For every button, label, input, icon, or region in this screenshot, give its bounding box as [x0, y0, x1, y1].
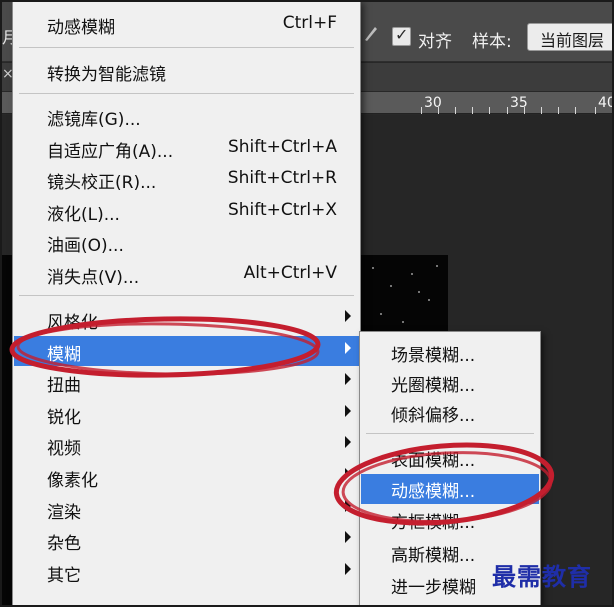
submenu-item-label: 动感模糊...: [391, 482, 476, 502]
menu-item-label: 视频: [47, 439, 81, 459]
image-speck: [428, 299, 430, 301]
submenu-item-field-blur[interactable]: 场景模糊...: [361, 338, 539, 368]
menu-item-other[interactable]: 其它: [14, 557, 359, 587]
submenu-item-label: 高斯模糊...: [391, 546, 476, 566]
menu-item-filter-gallery[interactable]: 滤镜库(G)...: [14, 101, 359, 131]
menu-item-vanishing-point[interactable]: 消失点(V)... Alt+Ctrl+V: [14, 259, 359, 289]
submenu-item-surface-blur[interactable]: 表面模糊...: [361, 443, 539, 473]
menu-item-adaptive-wide-angle[interactable]: 自适应广角(A)... Shift+Ctrl+A: [14, 133, 359, 163]
submenu-item-label: 表面模糊...: [391, 451, 476, 471]
image-speck: [380, 313, 382, 315]
ruler-tick: [541, 107, 542, 114]
submenu-arrow-icon: [345, 373, 351, 385]
menu-item-label: 风格化: [47, 313, 98, 333]
menu-item-label: 扭曲: [47, 376, 81, 396]
ruler-tick: [438, 107, 439, 114]
menu-item-render[interactable]: 渲染: [14, 494, 359, 524]
ruler-label-40: 40: [598, 95, 614, 111]
submenu-arrow-icon: [345, 531, 351, 543]
menu-item-label: 其它: [47, 566, 81, 586]
ruler-label-35: 35: [510, 95, 528, 111]
check-mark-icon: ✓: [395, 25, 409, 44]
submenu-arrow-icon: [345, 500, 351, 512]
filter-menu: 动感模糊 Ctrl+F 转换为智能滤镜 滤镜库(G)... 自适应广角(A)..…: [12, 0, 361, 607]
menu-item-lens-correction[interactable]: 镜头校正(R)... Shift+Ctrl+R: [14, 164, 359, 194]
submenu-item-motion-blur[interactable]: 动感模糊...: [361, 474, 539, 504]
menu-item-shortcut: Shift+Ctrl+X: [227, 200, 337, 220]
submenu-arrow-icon: [345, 310, 351, 322]
menu-item-label: 锐化: [47, 408, 81, 428]
menu-item-label: 液化(L)...: [47, 205, 120, 225]
submenu-item-label: 倾斜偏移...: [391, 406, 476, 426]
submenu-separator: [366, 433, 534, 434]
menu-item-label: 渲染: [47, 503, 81, 523]
ruler-tick: [595, 107, 596, 114]
menu-item-label: 动感模糊: [47, 18, 115, 38]
ruler-tick: [507, 107, 508, 114]
menu-separator: [19, 93, 354, 94]
submenu-item-label: 方框模糊...: [391, 513, 476, 533]
menu-item-label: 消失点(V)...: [47, 268, 140, 288]
ruler-label-30: 30: [424, 95, 442, 111]
image-speck: [390, 285, 392, 287]
submenu-item-iris-blur[interactable]: 光圈模糊...: [361, 368, 539, 398]
watermark-logo: 最需教育: [492, 562, 592, 591]
menu-item-noise[interactable]: 杂色: [14, 525, 359, 555]
image-speck: [402, 321, 404, 323]
menu-item-label: 油画(O)...: [47, 236, 124, 256]
menu-separator: [19, 47, 354, 48]
menu-item-label: 像素化: [47, 471, 98, 491]
image-speck: [418, 291, 420, 293]
menu-item-oil-paint[interactable]: 油画(O)...: [14, 227, 359, 257]
menu-item-label: 镜头校正(R)...: [47, 173, 157, 193]
sample-select[interactable]: 当前图层: [527, 23, 614, 51]
menu-item-shortcut: Shift+Ctrl+A: [227, 137, 337, 157]
align-label: 对齐: [418, 32, 452, 52]
ruler-tick: [472, 107, 473, 114]
menu-item-label: 模糊: [47, 345, 81, 365]
submenu-arrow-icon: [345, 342, 351, 354]
menu-item-stylize[interactable]: 风格化: [14, 304, 359, 334]
menu-item-pixelate[interactable]: 像素化: [14, 462, 359, 492]
menu-item-label: 转换为智能滤镜: [47, 65, 166, 85]
ruler-tick: [489, 107, 490, 114]
menu-item-label: 杂色: [47, 534, 81, 554]
menu-item-label: 自适应广角(A)...: [47, 142, 174, 162]
submenu-item-label: 场景模糊...: [391, 346, 476, 366]
submenu-arrow-icon: [345, 436, 351, 448]
clone-stamp-icon[interactable]: [362, 24, 378, 42]
ruler-tick: [421, 107, 422, 114]
image-speck: [411, 273, 413, 275]
image-speck: [372, 267, 374, 269]
ruler-tick: [455, 107, 456, 114]
submenu-item-label: 光圈模糊...: [391, 376, 476, 396]
image-speck: [436, 265, 438, 267]
submenu-item-tilt-shift[interactable]: 倾斜偏移...: [361, 398, 539, 428]
menu-separator: [19, 295, 354, 296]
sample-label: 样本:: [472, 32, 512, 52]
menu-item-label: 滤镜库(G)...: [47, 110, 141, 130]
submenu-arrow-icon: [345, 563, 351, 575]
menu-item-shortcut: Ctrl+F: [282, 13, 337, 33]
ruler-tick: [558, 107, 559, 114]
menu-item-distort[interactable]: 扭曲: [14, 367, 359, 397]
menu-item-liquify[interactable]: 液化(L)... Shift+Ctrl+X: [14, 196, 359, 226]
menu-item-sharpen[interactable]: 锐化: [14, 399, 359, 429]
menu-item-shortcut: Shift+Ctrl+R: [227, 168, 337, 188]
menu-item-convert-smart-filter[interactable]: 转换为智能滤镜: [14, 56, 359, 86]
submenu-arrow-icon: [345, 405, 351, 417]
menu-item-last-filter[interactable]: 动感模糊 Ctrl+F: [14, 9, 359, 39]
submenu-arrow-icon: [345, 468, 351, 480]
menu-item-blur[interactable]: 模糊: [14, 336, 359, 366]
menu-item-shortcut: Alt+Ctrl+V: [243, 263, 337, 283]
submenu-item-box-blur[interactable]: 方框模糊...: [361, 505, 539, 535]
ruler-tick: [575, 107, 576, 114]
align-checkbox[interactable]: ✓: [392, 25, 411, 46]
ruler-tick: [524, 107, 525, 114]
submenu-item-label: 进一步模糊: [391, 578, 476, 598]
menu-item-video[interactable]: 视频: [14, 430, 359, 460]
